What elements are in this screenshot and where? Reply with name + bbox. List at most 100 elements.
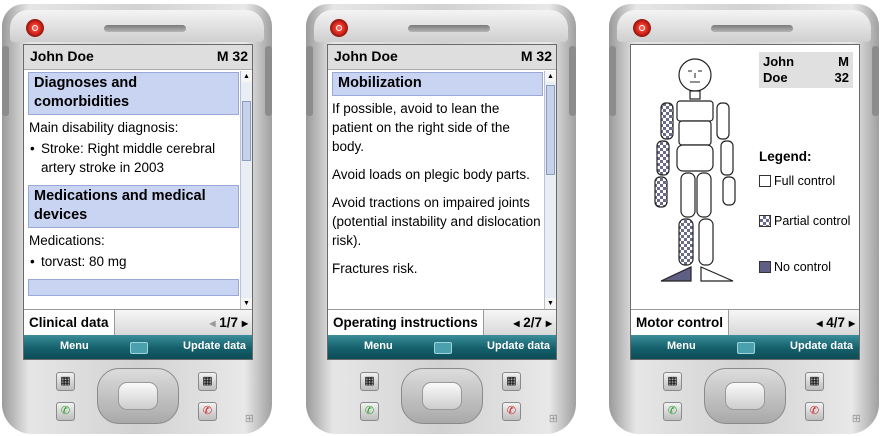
legend-title: Legend: xyxy=(759,149,812,164)
tab-bar: Operating instructions ◀ 2/7 ▶ xyxy=(328,309,556,335)
next-page-icon[interactable]: ▶ xyxy=(242,319,248,328)
hardware-buttons: ▦ ▦ ✆ ✆ xyxy=(649,366,839,424)
side-button[interactable] xyxy=(2,46,9,116)
keyboard-icon[interactable] xyxy=(130,342,148,354)
power-icon[interactable] xyxy=(26,19,44,37)
body-left-upper-arm xyxy=(660,102,674,140)
legend-partial: Partial control xyxy=(759,213,850,229)
power-icon[interactable] xyxy=(330,19,348,37)
call-key-icon[interactable]: ✆ xyxy=(56,402,75,421)
patient-header: John Doe M 32 xyxy=(328,45,556,70)
scroll-thumb[interactable] xyxy=(242,101,251,161)
scrollbar[interactable]: ▲ ▼ xyxy=(240,71,252,309)
device-top xyxy=(10,10,264,42)
body-right-shin xyxy=(698,218,714,266)
dpad-center[interactable] xyxy=(118,382,158,410)
body-figure xyxy=(654,58,736,282)
page-indicator: 1/7 xyxy=(219,315,239,330)
device-top xyxy=(617,10,871,42)
speaker-grille xyxy=(408,25,490,32)
page-indicator: 2/7 xyxy=(523,315,543,330)
clinical-content: Diagnoses and comorbidities Main disabil… xyxy=(28,72,239,308)
menu-softkey[interactable]: Menu xyxy=(60,340,89,352)
device-operating-instructions: John Doe M 32 Mobilization If possible, … xyxy=(306,4,576,434)
end-call-key-icon[interactable]: ✆ xyxy=(502,402,521,421)
contacts-key-icon[interactable]: ▦ xyxy=(198,372,217,391)
contacts-key-icon[interactable]: ▦ xyxy=(502,372,521,391)
dpad[interactable] xyxy=(704,368,786,424)
end-call-key-icon[interactable]: ✆ xyxy=(805,402,824,421)
tab-clinical-data[interactable]: Clinical data xyxy=(24,310,115,335)
screen: John Doe M 32 Mobilization If possible, … xyxy=(327,44,557,360)
list-item: Stroke: Right middle cerebral artery str… xyxy=(28,139,239,177)
side-button[interactable] xyxy=(265,46,272,116)
side-button[interactable] xyxy=(306,46,313,116)
side-button[interactable] xyxy=(609,46,616,116)
body-left-shin xyxy=(678,218,694,266)
field-label: Medications: xyxy=(29,233,105,248)
legend-label: Full control xyxy=(774,174,836,188)
tab-motor-control[interactable]: Motor control xyxy=(631,310,729,335)
section-title: Diagnoses and comorbidities xyxy=(28,72,239,115)
patient-name: John Doe xyxy=(30,48,94,64)
hardware-buttons: ▦ ▦ ✆ ✆ xyxy=(346,366,536,424)
side-button[interactable] xyxy=(872,46,879,116)
tab-bar: Clinical data ◀ 1/7 ▶ xyxy=(24,309,252,335)
scroll-down-icon[interactable]: ▼ xyxy=(545,298,556,309)
contacts-key-icon[interactable]: ▦ xyxy=(805,372,824,391)
call-key-icon[interactable]: ✆ xyxy=(663,402,682,421)
side-button[interactable] xyxy=(569,46,576,116)
end-call-key-icon[interactable]: ✆ xyxy=(198,402,217,421)
scrollbar[interactable]: ▲ ▼ xyxy=(544,71,556,309)
screen: John Doe M 32 Diagnoses and comorbiditie… xyxy=(23,44,253,360)
body-right-thigh xyxy=(696,172,712,218)
keyboard-icon[interactable] xyxy=(737,342,755,354)
calendar-key-icon[interactable]: ▦ xyxy=(663,372,682,391)
scroll-up-icon[interactable]: ▲ xyxy=(545,71,556,82)
patient-age: 32 xyxy=(834,70,849,85)
instruction-paragraph: Avoid loads on plegic body parts. xyxy=(332,167,530,182)
body-left-forearm xyxy=(656,140,670,176)
section-title: Medications and medical devices xyxy=(28,185,239,228)
prev-page-icon[interactable]: ◀ xyxy=(816,319,822,328)
full-swatch xyxy=(759,175,771,187)
next-page-icon[interactable]: ▶ xyxy=(546,319,552,328)
body-pelvis xyxy=(676,144,714,172)
prev-page-icon[interactable]: ◀ xyxy=(513,319,519,328)
call-key-icon[interactable]: ✆ xyxy=(360,402,379,421)
keyboard-icon[interactable] xyxy=(434,342,452,354)
softkey-bar: Menu Update data xyxy=(328,335,556,359)
instruction-paragraph: If possible, avoid to lean the patient o… xyxy=(332,101,510,154)
dpad-center[interactable] xyxy=(422,382,462,410)
menu-softkey[interactable]: Menu xyxy=(667,340,696,352)
body-right-foot xyxy=(700,266,734,282)
body-left-hand xyxy=(654,176,668,208)
scroll-up-icon[interactable]: ▲ xyxy=(241,71,252,82)
dpad[interactable] xyxy=(401,368,483,424)
update-data-softkey[interactable]: Update data xyxy=(487,340,550,352)
dpad-center[interactable] xyxy=(725,382,765,410)
calendar-key-icon[interactable]: ▦ xyxy=(56,372,75,391)
patient-name: John Doe xyxy=(334,48,398,64)
scroll-thumb[interactable] xyxy=(546,85,555,175)
patient-sex-age: M 32 xyxy=(216,48,248,64)
none-swatch xyxy=(759,261,771,273)
patient-header: John Doe M 32 xyxy=(24,45,252,70)
menu-softkey[interactable]: Menu xyxy=(364,340,393,352)
instruction-paragraph: Fractures risk. xyxy=(332,261,418,276)
field-label: Main disability diagnosis: xyxy=(29,120,179,135)
power-icon[interactable] xyxy=(633,19,651,37)
update-data-softkey[interactable]: Update data xyxy=(183,340,246,352)
prev-page-icon[interactable]: ◀ xyxy=(209,319,215,328)
next-page-icon[interactable]: ▶ xyxy=(849,319,855,328)
legend-full: Full control xyxy=(759,173,835,189)
patient-sex-age: M 32 xyxy=(520,48,552,64)
legend-none: No control xyxy=(759,259,831,275)
tab-bar: Motor control ◀ 4/7 ▶ xyxy=(631,309,859,335)
scroll-down-icon[interactable]: ▼ xyxy=(241,298,252,309)
calendar-key-icon[interactable]: ▦ xyxy=(360,372,379,391)
tab-operating-instructions[interactable]: Operating instructions xyxy=(328,310,484,335)
dpad[interactable] xyxy=(97,368,179,424)
update-data-softkey[interactable]: Update data xyxy=(790,340,853,352)
body-left-foot xyxy=(660,266,692,282)
